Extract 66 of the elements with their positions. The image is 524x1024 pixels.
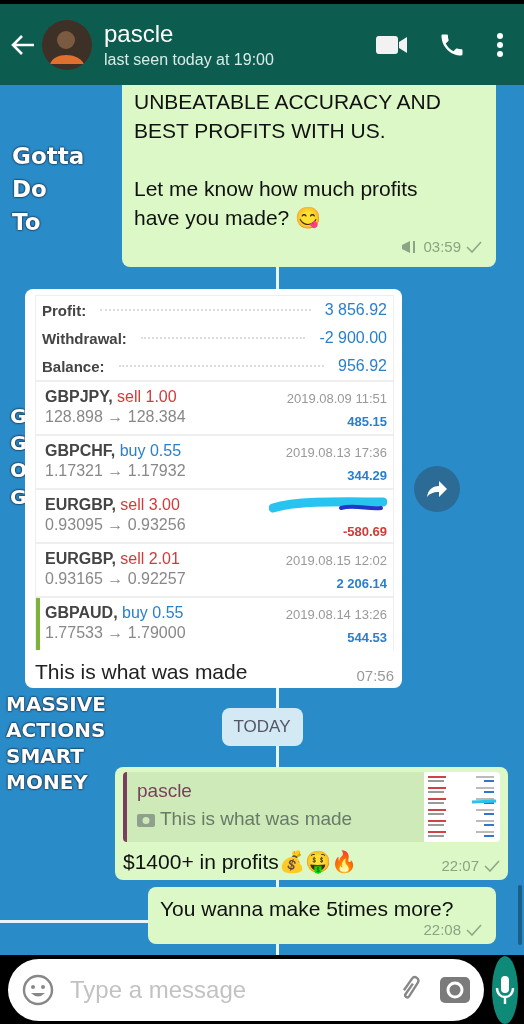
- message-time: 03:59: [423, 237, 461, 257]
- wallpaper-text: G: [10, 403, 27, 430]
- quote-text: This is what was made: [160, 808, 353, 830]
- check-icon: [466, 240, 482, 253]
- message-time: 07:56: [356, 667, 394, 684]
- message-time: 22:07: [441, 857, 479, 874]
- summary-value: -2 900.00: [319, 329, 387, 347]
- microphone-button[interactable]: [492, 955, 518, 1024]
- wallpaper-text: Do: [12, 175, 47, 204]
- wallpaper-text: Gotta: [12, 142, 85, 171]
- summary-value: 956.92: [338, 357, 387, 375]
- emoji-icon[interactable]: [22, 973, 54, 1006]
- scroll-bar[interactable]: [518, 885, 522, 945]
- message-text: UNBEATABLE ACCURACY AND BEST PROFITS WITH US. Let me know how much profits have you made? 😋: [134, 89, 442, 231]
- microphone-icon: [494, 973, 516, 1006]
- check-icon: [466, 923, 482, 936]
- trade-symbol: GBPCHF, buy 0.55: [45, 442, 183, 460]
- last-seen-status: last seen today at 19:00: [104, 51, 275, 69]
- trade-prices: 1.17321 → 1.17932: [45, 462, 186, 480]
- contact-name: pascle: [104, 20, 175, 48]
- avatar[interactable]: [42, 19, 92, 70]
- trade-prices: 0.93165 → 0.92257: [45, 570, 186, 588]
- trade-prices: 128.898 → 128.384: [45, 408, 186, 426]
- video-call-button[interactable]: [376, 34, 408, 55]
- summary-label: Withdrawal:: [42, 329, 127, 347]
- trade-symbol: GBPAUD, buy 0.55: [45, 604, 185, 622]
- more-options-button[interactable]: [496, 31, 504, 58]
- trade-time: 2019.08.13 17:36: [285, 445, 387, 460]
- summary-label: Balance:: [42, 357, 105, 375]
- message-text: $1400+ in profits💰🤑🔥: [123, 850, 358, 874]
- message-field[interactable]: Type a message: [8, 958, 484, 1021]
- message-time: 22:08: [423, 921, 461, 938]
- back-button[interactable]: [10, 32, 36, 57]
- forward-icon: [425, 478, 449, 499]
- trade-profit: 485.15: [347, 414, 387, 429]
- camera-icon: [137, 811, 155, 827]
- wallpaper-text: To: [12, 208, 41, 237]
- wallpaper-text: MONEY: [6, 769, 88, 795]
- summary-label: Profit:: [42, 301, 87, 319]
- wallpaper-text: SMART: [6, 743, 84, 769]
- trade-symbol: GBPJPY, sell 1.00: [45, 388, 178, 406]
- image-caption: This is what was made: [35, 660, 248, 684]
- check-icon: [484, 859, 500, 872]
- trade-profit: -580.69: [342, 524, 387, 539]
- trade-profit: 344.29: [347, 468, 387, 483]
- quoted-message[interactable]: pascle This is what was made: [123, 772, 500, 842]
- date-chip: TODAY: [221, 708, 303, 746]
- forward-button[interactable]: [414, 465, 460, 512]
- trade-time: 2019.08.15 12:02: [285, 553, 387, 568]
- trade-prices: 0.93095 → 0.93256: [45, 516, 186, 534]
- trade-prices: 1.77533 → 1.79000: [45, 624, 186, 642]
- trade-symbol: EURGBP, sell 3.00: [45, 496, 181, 514]
- camera-icon[interactable]: [440, 975, 470, 1004]
- message-text: You wanna make 5times more?: [160, 897, 455, 921]
- wallpaper-text: O: [10, 457, 27, 484]
- wallpaper-text: ACTIONS: [6, 717, 106, 743]
- trade-time: 2019.08.09 11:51: [286, 391, 387, 406]
- trade-symbol: EURGBP, sell 2.01: [45, 550, 181, 568]
- trade-profit: 2 206.14: [336, 576, 387, 591]
- wallpaper-text: MASSIVE: [6, 691, 106, 717]
- trade-profit: 544.53: [347, 630, 387, 645]
- trade-time: 2019.08.14 13:26: [285, 607, 387, 622]
- quote-author: pascle: [137, 780, 193, 802]
- wallpaper-text: G: [10, 484, 27, 511]
- wallpaper-text: G: [10, 430, 27, 457]
- summary-value: 3 856.92: [324, 301, 387, 319]
